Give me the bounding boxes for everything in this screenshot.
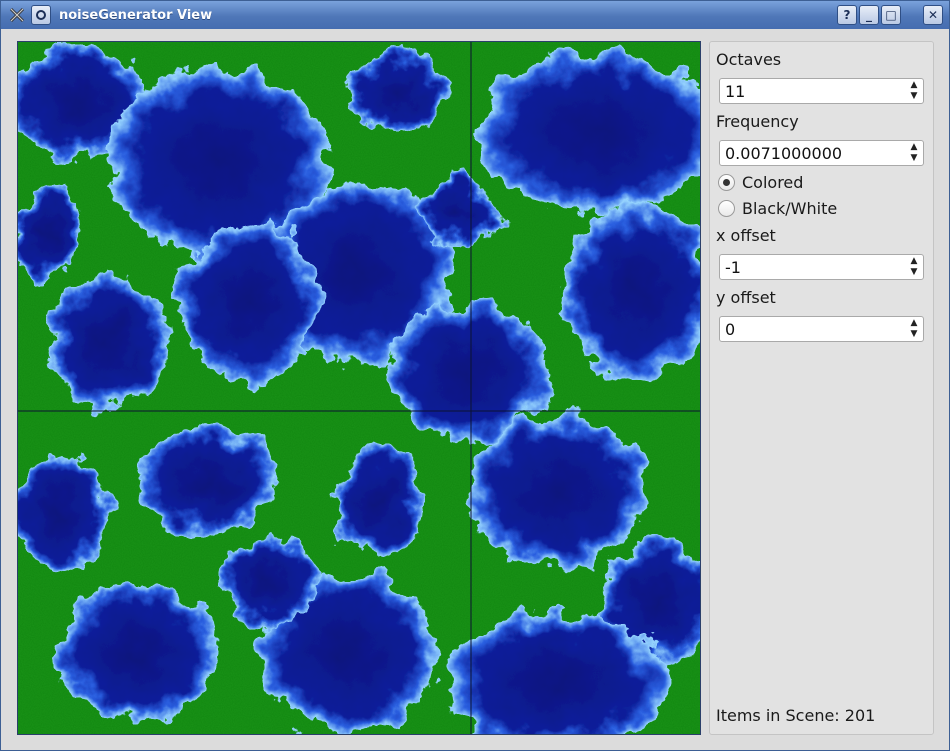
chevron-down-icon[interactable]: ▼ xyxy=(911,330,918,339)
chevron-up-icon[interactable]: ▲ xyxy=(911,257,918,266)
x-offset-label: x offset xyxy=(716,226,776,245)
window-menu-button[interactable] xyxy=(31,5,51,25)
y-offset-spinbox[interactable]: ▲▼ xyxy=(719,316,924,342)
radio-checked-icon[interactable] xyxy=(718,174,735,191)
frequency-label: Frequency xyxy=(716,112,799,131)
x-offset-input[interactable] xyxy=(725,257,895,277)
frequency-input[interactable] xyxy=(725,143,895,163)
y-offset-stepper[interactable]: ▲ ▼ xyxy=(908,319,920,339)
scene-item-count: Items in Scene: 201 xyxy=(716,706,876,725)
window-menu-icon xyxy=(36,10,46,20)
frequency-stepper[interactable]: ▲ ▼ xyxy=(908,143,920,163)
title-bar[interactable]: noiseGenerator View ? _ □ ✕ xyxy=(1,1,949,29)
y-offset-input[interactable] xyxy=(725,319,895,339)
settings-panel: Octaves ▲▼ Frequency ▲▼ Colored Black/Wh… xyxy=(709,41,934,735)
chevron-up-icon[interactable]: ▲ xyxy=(911,81,918,90)
colored-radio-label: Colored xyxy=(742,173,804,192)
black-white-radio-label: Black/White xyxy=(742,199,838,218)
noise-scene-view[interactable] xyxy=(17,41,701,735)
octaves-spinbox[interactable]: ▲▼ xyxy=(719,78,924,104)
window-title: noiseGenerator View xyxy=(59,7,213,23)
octaves-stepper[interactable]: ▲ ▼ xyxy=(908,81,920,101)
app-icon[interactable] xyxy=(7,5,27,25)
noise-map-image xyxy=(18,42,700,734)
x-offset-stepper[interactable]: ▲ ▼ xyxy=(908,257,920,277)
x-offset-spinbox[interactable]: ▲▼ xyxy=(719,254,924,280)
maximize-button[interactable]: □ xyxy=(881,5,901,25)
help-button[interactable]: ? xyxy=(837,5,857,25)
minimize-button[interactable]: _ xyxy=(859,5,879,25)
frequency-spinbox[interactable]: ▲▼ xyxy=(719,140,924,166)
close-button[interactable]: ✕ xyxy=(923,5,943,25)
chevron-down-icon[interactable]: ▼ xyxy=(911,154,918,163)
chevron-up-icon[interactable]: ▲ xyxy=(911,319,918,328)
chevron-down-icon[interactable]: ▼ xyxy=(911,268,918,277)
black-white-radio[interactable]: Black/White xyxy=(718,199,837,218)
octaves-input[interactable] xyxy=(725,81,895,101)
main-window: noiseGenerator View ? _ □ ✕ Octaves 11 ▲… xyxy=(0,0,950,751)
radio-unchecked-icon[interactable] xyxy=(718,200,735,217)
y-offset-label: y offset xyxy=(716,288,776,307)
chevron-down-icon[interactable]: ▼ xyxy=(911,92,918,101)
octaves-label: Octaves xyxy=(716,50,782,69)
chevron-up-icon[interactable]: ▲ xyxy=(911,143,918,152)
colored-radio[interactable]: Colored xyxy=(718,173,803,192)
